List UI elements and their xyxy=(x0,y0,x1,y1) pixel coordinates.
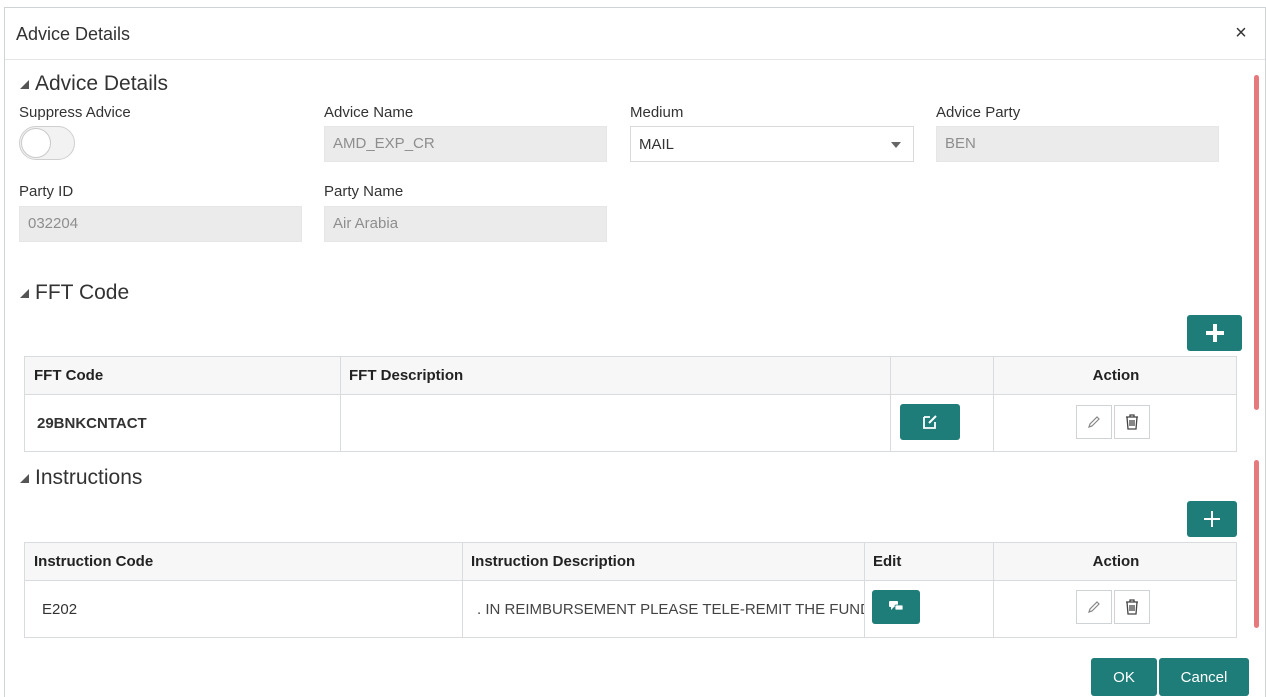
instructions-table: Instruction Code Instruction Description… xyxy=(24,542,1237,638)
section-title-fft-code: FFT Code xyxy=(35,281,130,304)
fft-description-cell xyxy=(341,395,891,451)
section-instructions[interactable]: Instructions xyxy=(18,466,142,490)
table-row: 29BNKCNTACT xyxy=(25,395,1236,451)
instr-col-edit: Edit xyxy=(865,543,994,580)
section-fft-code[interactable]: FFT Code xyxy=(18,281,129,305)
advice-party-label: Advice Party xyxy=(936,104,1021,121)
dropdown-caret-icon xyxy=(891,142,901,148)
collapse-triangle-icon xyxy=(20,289,29,298)
instr-col-action: Action xyxy=(1092,553,1140,570)
advice-name-field[interactable]: AMD_EXP_CR xyxy=(324,126,607,162)
fft-col-action: Action xyxy=(1092,367,1140,384)
instr-col-description: Instruction Description xyxy=(463,543,865,580)
collapse-triangle-icon xyxy=(20,80,29,89)
edit-description-button[interactable] xyxy=(900,404,960,440)
trash-icon xyxy=(1126,599,1138,615)
instruction-code-cell: E202 xyxy=(25,581,463,637)
cancel-button[interactable]: Cancel xyxy=(1159,658,1249,696)
party-name-label: Party Name xyxy=(324,183,404,200)
section-title-advice-details: Advice Details xyxy=(35,72,169,95)
fft-action-cell xyxy=(994,395,1238,451)
fft-code-table: FFT Code FFT Description Action 29BNKCNT… xyxy=(24,356,1237,452)
section-title-instructions: Instructions xyxy=(35,466,143,489)
party-id-label: Party ID xyxy=(19,183,74,200)
scrollbar-thumb-upper[interactable] xyxy=(1254,75,1259,410)
medium-label: Medium xyxy=(630,104,684,121)
edit-row-button[interactable] xyxy=(1076,405,1112,439)
advice-details-dialog: Advice Details × Advice Details Suppress… xyxy=(4,7,1266,697)
party-id-field[interactable]: 032204 xyxy=(19,206,302,242)
fft-code-cell: 29BNKCNTACT xyxy=(25,395,341,451)
pencil-icon xyxy=(1088,601,1100,613)
fft-col-edit xyxy=(891,357,994,394)
instr-col-code: Instruction Code xyxy=(25,543,463,580)
instructions-table-header: Instruction Code Instruction Description… xyxy=(25,543,1236,581)
table-row: E202 . IN REIMBURSEMENT PLEASE TELE-REMI… xyxy=(25,581,1236,637)
edit-box-icon xyxy=(923,415,937,429)
edit-row-button[interactable] xyxy=(1076,590,1112,624)
advice-party-field[interactable]: BEN xyxy=(936,126,1219,162)
add-fft-code-button[interactable] xyxy=(1187,315,1242,351)
instruction-action-cell xyxy=(994,581,1238,637)
edit-instruction-button[interactable] xyxy=(872,590,920,624)
close-button[interactable]: × xyxy=(1231,22,1251,44)
fft-edit-cell xyxy=(891,395,994,451)
fft-table-header: FFT Code FFT Description Action xyxy=(25,357,1236,395)
medium-select[interactable]: MAIL xyxy=(630,126,914,162)
advice-name-label: Advice Name xyxy=(324,104,414,121)
dialog-header: Advice Details × xyxy=(5,8,1265,60)
dialog-title: Advice Details xyxy=(16,24,131,44)
section-advice-details[interactable]: Advice Details xyxy=(18,72,168,96)
suppress-advice-toggle[interactable] xyxy=(19,126,75,160)
fft-col-code: FFT Code xyxy=(25,357,341,394)
collapse-triangle-icon xyxy=(20,474,29,483)
delete-row-button[interactable] xyxy=(1114,405,1150,439)
add-instruction-button[interactable] xyxy=(1187,501,1237,537)
delete-row-button[interactable] xyxy=(1114,590,1150,624)
scrollbar-thumb-lower[interactable] xyxy=(1254,460,1259,628)
suppress-advice-label: Suppress Advice xyxy=(19,104,131,121)
toggle-knob xyxy=(21,128,51,158)
plus-icon xyxy=(1205,324,1224,342)
ok-button[interactable]: OK xyxy=(1091,658,1157,696)
plus-icon xyxy=(1204,511,1220,527)
instruction-description-cell: . IN REIMBURSEMENT PLEASE TELE-REMIT THE… xyxy=(463,581,865,637)
fft-col-description: FFT Description xyxy=(341,357,891,394)
pencil-icon xyxy=(1088,416,1100,428)
chat-bubbles-icon xyxy=(889,601,904,611)
instruction-edit-cell xyxy=(865,581,994,637)
party-name-field[interactable]: Air Arabia xyxy=(324,206,607,242)
medium-selected-value: MAIL xyxy=(639,136,675,153)
trash-icon xyxy=(1126,414,1138,430)
